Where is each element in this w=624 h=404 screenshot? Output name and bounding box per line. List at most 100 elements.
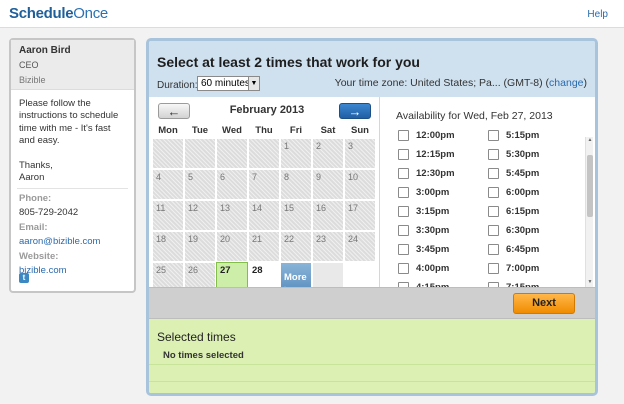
calendar-day-unavailable: 9 [312,169,344,200]
arrow-left-icon: ← [167,104,181,119]
calendar-day-unavailable: 11 [152,200,184,231]
time-slot-checkbox[interactable] [488,149,499,160]
action-bar: Next [149,287,595,319]
weekday-header: Fri [289,125,303,136]
time-slot-label: 3:15pm [416,206,450,217]
weekday-header: Mon [158,125,178,136]
timezone-change-link[interactable]: change [549,77,583,89]
divider-line [149,381,595,382]
selected-times-panel: Selected times No times selected [149,319,595,393]
time-slot-label: 12:15pm [416,149,455,160]
duration-select[interactable]: 60 minutes ▼ [197,76,260,91]
scroll-thumb[interactable] [587,155,593,217]
timezone-close-paren: ) [583,77,588,89]
weekday-header: Sat [320,125,336,136]
time-slot-checkbox[interactable] [488,206,499,217]
time-slot-checkbox[interactable] [398,244,409,255]
time-slot-checkbox[interactable] [398,225,409,236]
scheduler-header: Select at least 2 times that work for yo… [149,41,595,97]
calendar-day-unavailable: 21 [248,231,280,262]
time-slot-checkbox[interactable] [488,263,499,274]
weekday-header: Thu [255,125,273,136]
prev-month-button[interactable]: ← [158,103,190,119]
profile-message: Please follow the instructions to schedu… [11,90,134,184]
calendar-day-unavailable: 12 [184,200,216,231]
website-label: Website: [19,251,59,263]
time-slot-checkbox[interactable] [398,263,409,274]
logo-bold: Schedule [9,5,74,22]
next-button[interactable]: Next [513,293,575,314]
time-slot-checkbox[interactable] [398,168,409,179]
time-slot-checkbox[interactable] [488,168,499,179]
arrow-right-icon: → [348,104,362,119]
time-slot-label: 6:45pm [506,244,540,255]
weekday-header: Sun [351,125,369,136]
calendar-day-unavailable: 3 [344,138,376,169]
profile-header: Aaron Bird CEO Bizible [11,40,134,90]
time-slot-label: 6:30pm [506,225,540,236]
calendar-day-unavailable: 1 [280,138,312,169]
chevron-down-icon[interactable]: ▼ [248,77,259,90]
calendar-day-unavailable: 4 [152,169,184,200]
logo-light: Once [73,5,108,22]
time-slot-checkbox[interactable] [398,206,409,217]
time-slot-label: 4:00pm [416,263,450,274]
calendar-day-unavailable: 22 [280,231,312,262]
help-link[interactable]: Help [587,9,608,20]
scroll-down-icon[interactable]: ▼ [586,279,594,287]
logo: ScheduleOnce [9,5,108,22]
scroll-up-icon[interactable]: ▲ [586,137,594,145]
time-slot-checkbox[interactable] [488,244,499,255]
profile-name: Aaron Bird [19,45,71,56]
next-month-button[interactable]: → [339,103,371,119]
profile-message-signoff: Aaron [19,172,45,184]
time-slot-checkbox[interactable] [488,225,499,236]
calendar-day-empty [248,138,280,169]
no-times-selected-text: No times selected [163,350,244,361]
calendar-day-unavailable: 10 [344,169,376,200]
time-slot-list: 12:00pm 12:15pm 12:30pm 3:00pm 3:15pm 3:30pm 3… [398,130,588,287]
time-slot-checkbox[interactable] [398,130,409,141]
profile-divider [17,188,128,190]
slots-scrollbar[interactable]: ▲ ▼ [585,137,593,287]
calendar-day-empty [184,138,216,169]
time-slot-label: 3:45pm [416,244,450,255]
time-slot-label: 12:00pm [416,130,455,141]
profile-card: Aaron Bird CEO Bizible Please follow the… [9,38,136,293]
time-slot-checkbox[interactable] [398,187,409,198]
calendar-day-unavailable: 24 [344,231,376,262]
time-slot-label: 3:30pm [416,225,450,236]
time-slot-checkbox[interactable] [398,149,409,160]
duration-label: Duration: [157,80,198,91]
time-slot-checkbox[interactable] [488,187,499,198]
time-slot-label: 3:00pm [416,187,450,198]
time-slot-checkbox[interactable] [488,130,499,141]
profile-role: CEO [19,60,39,70]
calendar-day-unavailable: 20 [216,231,248,262]
time-slot-label: 5:15pm [506,130,540,141]
time-slot-label: 6:00pm [506,187,540,198]
calendar-day-unavailable: 14 [248,200,280,231]
calendar-day-unavailable: 19 [184,231,216,262]
calendar-area: ← February 2013 → Mon Tue Wed Thu Fri Sat Sun … [149,97,595,294]
availability-title: Availability for Wed, Feb 27, 2013 [396,110,553,122]
profile-message-text: Please follow the instructions to schedu… [19,98,119,147]
calendar: ← February 2013 → Mon Tue Wed Thu Fri Sat Sun … [152,101,376,294]
calendar-day-unavailable: 17 [344,200,376,231]
calendar-day-unavailable: 15 [280,200,312,231]
calendar-day-unavailable: 8 [280,169,312,200]
email-link[interactable]: aaron@bizible.com [19,236,100,247]
calendar-grid: 1 2 3 4 5 6 7 8 9 10 11 12 13 14 15 16 17 18 19 20 21 22 23 24 2… [152,138,376,298]
calendar-month: February 2013 [229,104,305,116]
calendar-day-empty [216,138,248,169]
calendar-day-unavailable: 5 [184,169,216,200]
twitter-icon[interactable]: t [19,273,29,283]
calendar-day-unavailable: 23 [312,231,344,262]
calendar-day-unavailable: 13 [216,200,248,231]
time-slot-label: 12:30pm [416,168,455,179]
duration-value: 60 minutes [201,78,250,89]
availability-panel: Availability for Wed, Feb 27, 2013 12:00… [379,97,595,287]
calendar-day-unavailable: 2 [312,138,344,169]
calendar-day-unavailable: 7 [248,169,280,200]
timezone-info: Your time zone: United States; Pa... (GM… [335,77,587,89]
